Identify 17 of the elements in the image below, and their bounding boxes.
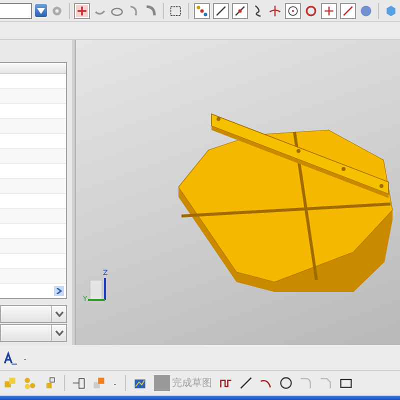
scroll-right-icon[interactable] [54, 286, 64, 296]
plus-icon[interactable] [321, 2, 338, 18]
dropdown-button[interactable] [35, 4, 47, 17]
text-style-icon[interactable] [2, 350, 18, 366]
midpoint-icon[interactable] [232, 2, 248, 18]
snap-points-icon[interactable] [194, 2, 210, 18]
constraint-icon[interactable] [71, 375, 87, 391]
selection-filter-field[interactable] [0, 2, 32, 18]
chevron-down-icon [54, 330, 64, 336]
finish-sketch-icon [154, 375, 170, 391]
chevron-down-icon [54, 311, 64, 317]
dropdown[interactable] [0, 324, 67, 342]
line-icon[interactable] [238, 375, 254, 391]
dropdown[interactable] [0, 305, 67, 323]
plus-icon[interactable] [74, 2, 90, 18]
circle-icon[interactable] [278, 375, 294, 391]
circle-center-icon[interactable] [285, 2, 302, 18]
